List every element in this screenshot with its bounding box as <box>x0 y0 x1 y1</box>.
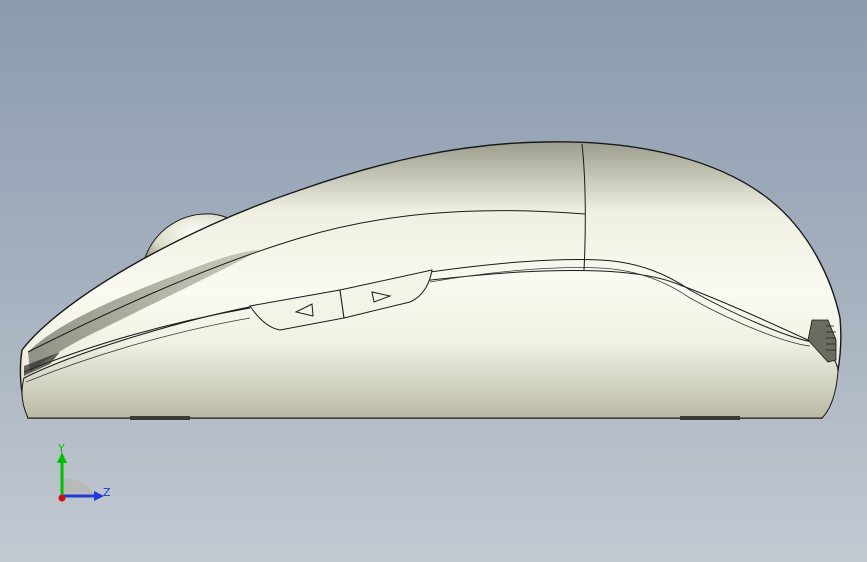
graphics-viewport[interactable]: Y Z <box>0 0 867 562</box>
coordinate-triad: Y Z <box>57 442 111 502</box>
front-foot <box>130 416 190 420</box>
rear-foot <box>680 416 740 420</box>
z-axis-label: Z <box>103 486 111 499</box>
mouse-model[interactable] <box>0 0 867 562</box>
triad-plane <box>62 478 94 496</box>
x-axis-dot <box>58 494 66 502</box>
y-axis-label: Y <box>57 442 65 455</box>
